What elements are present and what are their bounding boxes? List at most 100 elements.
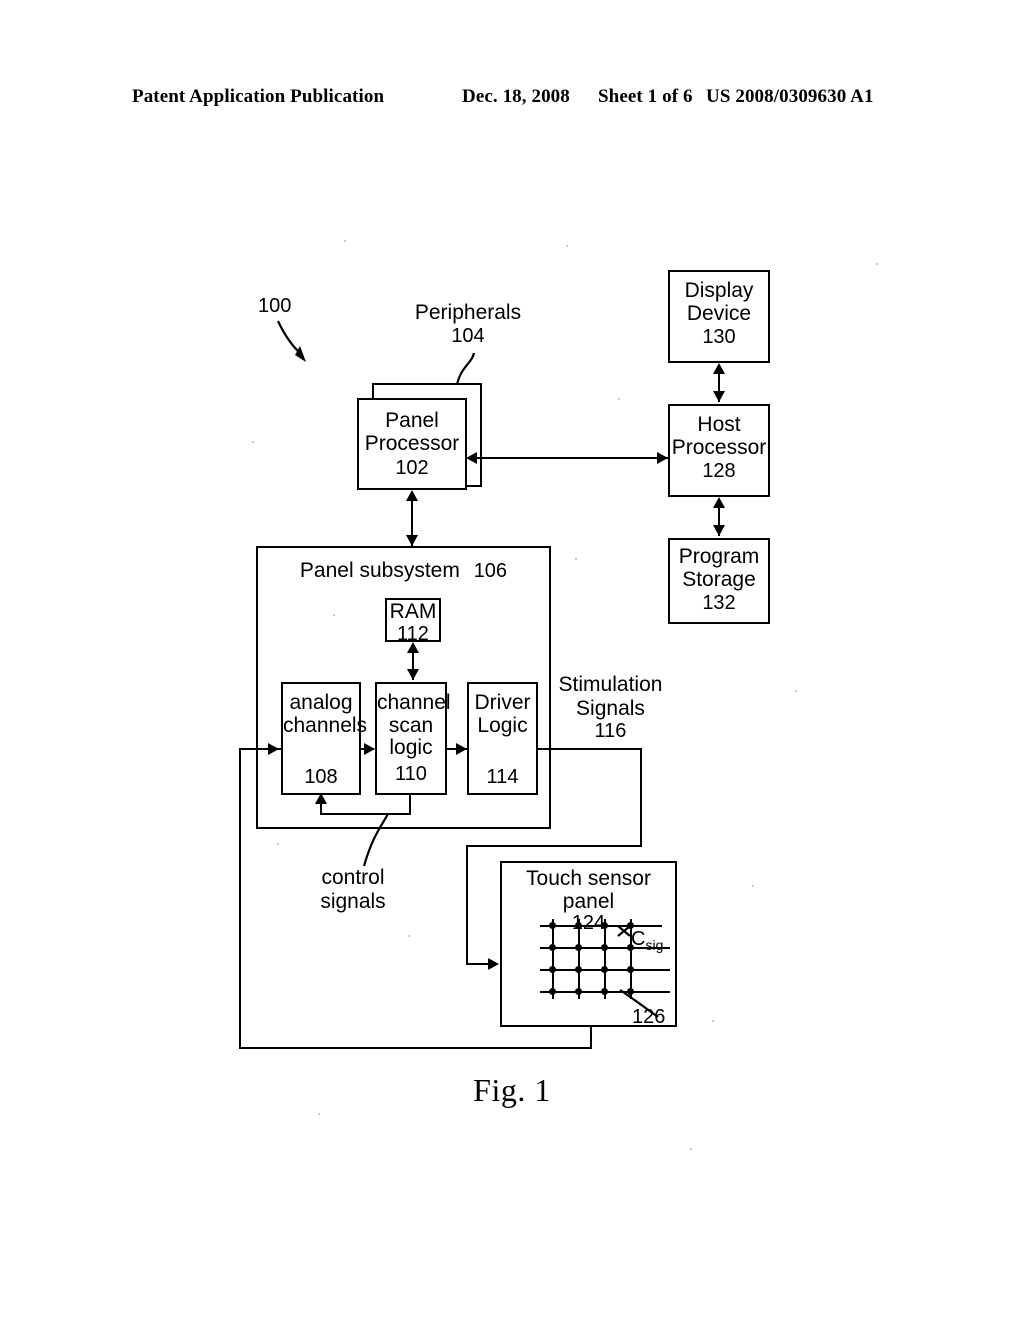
ram-box[interactable]: RAM 112 xyxy=(385,598,441,644)
scan-speckle xyxy=(252,441,254,443)
panel-host-arrow-right xyxy=(657,452,668,464)
stimulation-signals-line1: Stimulation xyxy=(558,673,663,696)
peripherals-leader-line xyxy=(455,352,476,386)
host-processor-line2: Processor xyxy=(671,435,767,459)
header-patent-number: US 2008/0309630 A1 xyxy=(706,86,874,107)
driver-logic-line1: Driver xyxy=(474,691,531,714)
analog-channels-line1: analog xyxy=(289,691,353,714)
display-device-box[interactable]: Display Device 130 xyxy=(668,270,770,363)
program-storage-box[interactable]: Program Storage 132 xyxy=(668,538,770,624)
channel-scan-logic-ref: 110 xyxy=(395,763,427,786)
grid-node xyxy=(575,944,582,951)
stimulation-wire-down2 xyxy=(466,845,468,965)
channel-scan-logic-box[interactable]: channel scan logic 110 xyxy=(375,682,451,795)
sense-return-wire-up xyxy=(239,748,241,1049)
display-host-arrow-up xyxy=(713,363,725,374)
grid-node xyxy=(575,966,582,973)
grid-node xyxy=(549,966,556,973)
stimulation-wire-right xyxy=(538,748,642,750)
ram-scan-arrow-up xyxy=(407,642,419,653)
scan-driver-arrow xyxy=(456,743,467,755)
host-processor-ref: 128 xyxy=(702,460,736,483)
header-sheet: Sheet 1 of 6 xyxy=(598,86,693,107)
patent-figure-page: Patent Application Publication Dec. 18, … xyxy=(0,0,1024,1320)
display-host-arrow-down xyxy=(713,391,725,402)
scan-speckle xyxy=(333,614,335,616)
panel-processor-ref: 102 xyxy=(395,457,429,480)
page-header: Patent Application Publication Dec. 18, … xyxy=(0,86,1024,112)
touch-sensor-panel-label: Touch sensor panel xyxy=(526,867,651,913)
scan-speckle xyxy=(690,1148,692,1150)
system-reference-arrow xyxy=(277,320,306,362)
host-processor-box[interactable]: Host Processor 128 xyxy=(668,404,770,497)
peripherals-label: Peripherals xyxy=(414,301,522,324)
grid-node xyxy=(601,988,608,995)
analog-channels-box[interactable]: analog channels 108 xyxy=(281,682,368,795)
program-storage-ref: 132 xyxy=(702,592,736,615)
channel-scan-logic-line3: logic xyxy=(389,736,433,760)
figure-caption: Fig. 1 xyxy=(473,1072,551,1108)
csig-subscript: sig xyxy=(645,937,664,953)
grid-node xyxy=(549,988,556,995)
sense-return-wire-down xyxy=(590,1027,592,1049)
control-signals-line2: signals xyxy=(320,889,386,913)
control-signals-line1: control xyxy=(321,866,385,889)
grid-node xyxy=(575,922,582,929)
driver-logic-line2: Logic xyxy=(477,713,528,737)
driver-logic-box[interactable]: Driver Logic 114 xyxy=(467,682,538,795)
stimulation-signals-line2: Signals xyxy=(576,696,645,720)
display-device-ref: 130 xyxy=(702,326,736,349)
subsystem-processor-arrow-down xyxy=(406,535,418,546)
scan-speckle xyxy=(795,690,797,692)
panel-subsystem-ref: 106 xyxy=(473,560,508,582)
panel-processor-box[interactable]: Panel Processor 102 xyxy=(357,398,467,490)
program-storage-line1: Program xyxy=(678,545,760,568)
panel-host-arrow-left xyxy=(466,452,477,464)
grid-col-line-2 xyxy=(578,919,580,999)
csig-label: Csig xyxy=(631,928,663,953)
control-signals-wire-down xyxy=(409,795,411,815)
sense-return-arrow xyxy=(268,743,279,755)
analog-channels-line2: channels xyxy=(283,713,368,737)
scan-speckle xyxy=(318,1113,320,1115)
host-processor-line1: Host xyxy=(697,413,741,436)
grid-node xyxy=(601,922,608,929)
host-storage-arrow-up xyxy=(713,497,725,508)
grid-col-line-1 xyxy=(552,919,554,999)
program-storage-line2: Storage xyxy=(682,567,756,591)
control-signals-leader-line xyxy=(362,813,389,867)
display-device-line2: Device xyxy=(686,301,752,325)
csig-symbol: C xyxy=(631,928,646,950)
scan-speckle xyxy=(277,843,279,845)
analog-channels-ref: 108 xyxy=(304,766,338,789)
grid-node xyxy=(627,966,634,973)
stimulation-wire-left xyxy=(466,845,642,847)
header-date: Dec. 18, 2008 xyxy=(462,86,570,107)
scan-speckle xyxy=(566,245,568,247)
panel-processor-line2: Processor xyxy=(364,431,460,455)
grid-node xyxy=(549,922,556,929)
grid-col-line-3 xyxy=(604,919,606,999)
panel-host-wire xyxy=(468,457,668,459)
ram-scan-arrow-down xyxy=(407,669,419,680)
analog-scan-arrow xyxy=(364,743,375,755)
channel-scan-logic-line1: channel xyxy=(377,691,451,714)
scan-speckle xyxy=(618,398,620,400)
electrode-ref: 126 xyxy=(632,1006,666,1028)
system-reference-number: 100 xyxy=(258,295,292,317)
panel-subsystem-title: Panel subsystem 106 xyxy=(256,559,551,583)
host-storage-arrow-down xyxy=(713,525,725,536)
display-device-line1: Display xyxy=(684,279,754,302)
stimulation-wire-down1 xyxy=(640,748,642,847)
peripherals-ref: 104 xyxy=(451,324,485,347)
panel-subsystem-label: Panel subsystem xyxy=(299,559,460,582)
grid-node xyxy=(601,944,608,951)
grid-node xyxy=(601,966,608,973)
grid-node xyxy=(575,988,582,995)
channel-scan-logic-line2: scan xyxy=(388,713,434,737)
driver-logic-ref: 114 xyxy=(486,766,519,789)
stimulation-signals-ref: 116 xyxy=(594,720,627,743)
peripherals-label-group: Peripherals 104 xyxy=(368,301,568,347)
stimulation-wire-into-panel xyxy=(466,963,490,965)
stimulation-signals-label-group: Stimulation Signals 116 xyxy=(548,673,673,742)
